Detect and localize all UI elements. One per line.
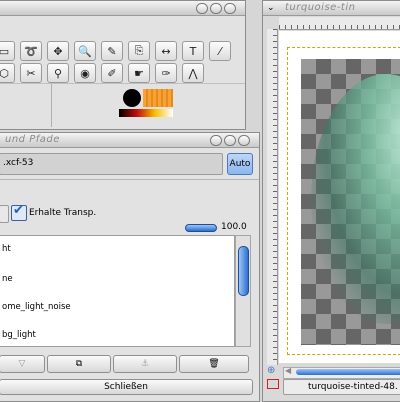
image-window: ⌄ turquoise-tin ◀ ⊕ turquoise-tinted-48.: [262, 0, 400, 402]
close-button[interactable]: [224, 3, 236, 14]
anchor-icon: ⚓: [140, 359, 150, 369]
window-menu-icon[interactable]: ⌄: [267, 3, 275, 13]
brush-icon: ✐: [107, 66, 117, 80]
layer-list-scrollbar[interactable]: [235, 235, 251, 347]
opacity-slider-thumb[interactable]: [185, 224, 217, 232]
turquoise-shape: [311, 74, 400, 324]
toolbox-window: ▭ ➰ ✥ 🔍 ✎ ⎘ ↔ T ⁄ ⬡ ✂ ⚲ ◉ ✐ ☛ ✑ ⋀: [0, 0, 246, 130]
down-arrow-icon: ▽: [18, 359, 26, 369]
layers-titlebar[interactable]: und Pfade: [0, 133, 259, 148]
close-button[interactable]: Schließen: [0, 379, 253, 395]
compass-icon: ⋀: [188, 66, 198, 80]
layer-label: ne: [2, 274, 13, 284]
move-icon: ✥: [53, 44, 63, 58]
maximize-button[interactable]: [224, 135, 236, 146]
scrollbar-thumb[interactable]: [238, 246, 249, 296]
rect-select-tool[interactable]: ▭: [0, 41, 15, 61]
layer-label: ht: [2, 244, 11, 254]
tool-area-divider: [51, 83, 52, 127]
zoom-icon: 🔍: [78, 44, 92, 58]
clone-tool[interactable]: ⎘: [128, 41, 150, 61]
horizontal-ruler: [279, 17, 400, 30]
separator: [0, 179, 259, 180]
trash-icon: 🗑: [208, 359, 220, 369]
mode-menu[interactable]: [0, 205, 9, 223]
zoom-tool[interactable]: 🔍: [74, 41, 96, 61]
free-select-tool[interactable]: ➰: [20, 41, 42, 61]
shade-button[interactable]: [196, 3, 208, 14]
close-button[interactable]: [238, 135, 250, 146]
maximize-button[interactable]: [210, 3, 222, 14]
image-titlebar[interactable]: ⌄ turquoise-tin: [263, 1, 400, 16]
quickmask-toggle[interactable]: [267, 379, 279, 389]
move-tool[interactable]: ✥: [47, 41, 69, 61]
keep-transparency-label: Erhalte Transp.: [29, 208, 97, 218]
free-select-icon: ➰: [24, 44, 38, 58]
smudge-tool[interactable]: ☛: [128, 63, 150, 83]
anchor-layer-button[interactable]: ⚓: [113, 355, 177, 373]
path-tool[interactable]: ✑: [155, 63, 177, 83]
clone-icon: ⎘: [134, 44, 144, 57]
pattern-preview-icon[interactable]: [143, 89, 173, 107]
compass-tool[interactable]: ⋀: [182, 63, 204, 83]
layer-row[interactable]: ne: [0, 266, 232, 292]
image-menu[interactable]: .xcf-53: [0, 153, 223, 175]
color-picker-tool[interactable]: ⁄: [209, 41, 231, 61]
shade-button[interactable]: [210, 135, 222, 146]
horizontal-scrollbar[interactable]: ◀: [283, 366, 400, 379]
smudge-icon: ☛: [134, 66, 144, 80]
stamp-icon: ⚲: [53, 66, 63, 80]
duplicate-icon: ⧉: [75, 359, 83, 369]
drop-icon: ◉: [80, 66, 90, 80]
flip-tool[interactable]: ↔: [155, 41, 177, 61]
tool-area-hline: [0, 83, 245, 84]
image-status: turquoise-tinted-48.: [283, 379, 400, 395]
scissors-tool[interactable]: ✂: [20, 63, 42, 83]
layer-label: bg_light: [2, 330, 36, 340]
text-tool[interactable]: T: [182, 41, 204, 61]
lower-layer-button[interactable]: ▽: [0, 355, 45, 373]
navigate-icon[interactable]: ⊕: [267, 365, 275, 376]
auto-label: Auto: [229, 159, 251, 169]
auto-button[interactable]: Auto: [227, 153, 253, 175]
text-icon: T: [189, 44, 197, 58]
brush-tool[interactable]: ✐: [101, 63, 123, 83]
vertical-ruler: [267, 29, 278, 365]
stamp-tool[interactable]: ⚲: [47, 63, 69, 83]
close-label: Schließen: [104, 382, 148, 392]
path-icon: ✑: [161, 66, 171, 80]
scrollbar-thumb[interactable]: [296, 369, 400, 375]
gradient-preview[interactable]: [119, 109, 173, 117]
rect-select-icon: ▭: [0, 44, 10, 58]
layer-row[interactable]: ome_light_noise: [0, 294, 232, 320]
layer-row[interactable]: bg_light: [0, 322, 232, 346]
measure-tool[interactable]: ⬡: [0, 63, 15, 83]
image-canvas[interactable]: [301, 59, 400, 345]
image-title: turquoise-tin: [285, 2, 356, 13]
layer-row[interactable]: ht: [0, 236, 232, 262]
brush-preview-icon[interactable]: [123, 89, 141, 107]
duplicate-layer-button[interactable]: ⧉: [47, 355, 111, 373]
layers-title: und Pfade: [5, 134, 60, 145]
delete-layer-button[interactable]: 🗑: [179, 355, 249, 373]
pencil-tool[interactable]: ✎: [101, 41, 123, 61]
layer-list[interactable]: ht ne ome_light_noise bg_light: [0, 235, 235, 347]
pencil-icon: ✎: [107, 44, 117, 58]
flip-icon: ↔: [161, 44, 171, 58]
toolbox-titlebar[interactable]: [0, 1, 245, 16]
opacity-value: 100.0: [221, 222, 247, 232]
image-name: .xcf-53: [3, 158, 34, 168]
measure-icon: ⬡: [0, 66, 9, 80]
color-picker-icon: ⁄: [219, 44, 221, 58]
checkmark-icon: ✔: [13, 203, 24, 218]
drop-tool[interactable]: ◉: [74, 63, 96, 83]
layer-label: ome_light_noise: [2, 302, 71, 312]
scissors-icon: ✂: [26, 66, 36, 80]
keep-transparency-checkbox[interactable]: ✔: [11, 203, 27, 221]
layers-window: und Pfade .xcf-53 Auto ✔ Erhalte Transp.…: [0, 132, 260, 402]
image-status-name: turquoise-tinted-48.: [308, 382, 398, 392]
scroll-left-icon[interactable]: ◀: [285, 366, 291, 375]
